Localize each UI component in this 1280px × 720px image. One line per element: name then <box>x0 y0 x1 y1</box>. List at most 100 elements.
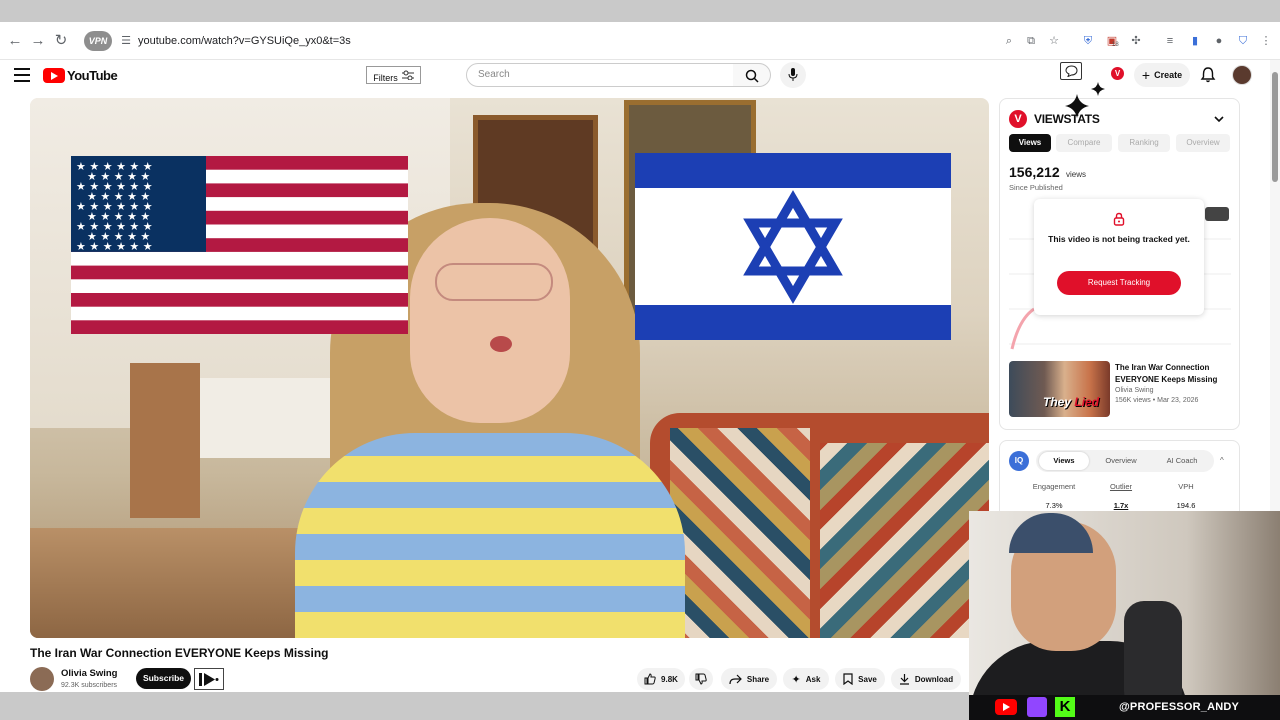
plus-icon: + <box>1141 67 1151 83</box>
engagement-label: Engagement <box>1032 482 1076 491</box>
video-chair <box>130 363 200 518</box>
scrollbar-thumb[interactable] <box>1272 72 1278 182</box>
thumbnail-caption: They Lied <box>1043 395 1099 409</box>
microphone-icon <box>788 68 798 81</box>
back-icon[interactable]: ← <box>6 32 24 50</box>
extension-shield-icon[interactable]: ⛨ <box>1080 33 1096 49</box>
thumbs-up-icon <box>644 673 656 685</box>
share-button[interactable]: Share <box>721 668 777 690</box>
download-icon <box>899 674 909 685</box>
os-top-strip <box>0 0 1280 22</box>
vpn-badge[interactable]: VPN <box>84 31 112 51</box>
related-video-title[interactable]: The Iran War Connection EVERYONE Keeps M… <box>1115 362 1233 386</box>
notifications-bell-icon[interactable] <box>1199 66 1217 84</box>
account-avatar[interactable] <box>1232 65 1252 85</box>
request-tracking-button[interactable]: Request Tracking <box>1057 271 1181 295</box>
channel-avatar[interactable] <box>30 667 54 691</box>
sparkle-cursor-icon <box>1065 82 1105 118</box>
video-quilt <box>670 428 810 638</box>
youtube-play-icon <box>43 67 65 83</box>
video-presenter-mouth <box>490 336 512 352</box>
vph-label: VPH <box>1178 482 1194 491</box>
webcam-overlay: K @PROFESSOR_ANDY <box>969 511 1280 720</box>
youtube-logo[interactable]: YouTube <box>43 67 118 83</box>
search-button[interactable] <box>733 63 771 87</box>
thumbs-down-icon <box>695 673 707 685</box>
viewstats-tab-ranking[interactable]: Ranking <box>1118 134 1170 152</box>
video-presenter-face <box>410 218 570 423</box>
download-label: Download <box>914 674 954 684</box>
create-button[interactable]: + Create <box>1134 63 1190 87</box>
search-input[interactable]: Search <box>466 63 734 87</box>
not-tracked-overlay: This video is not being tracked yet. Req… <box>1034 199 1204 315</box>
side-panel-icon[interactable]: ▮ <box>1187 33 1203 49</box>
streamer-social-strip: K @PROFESSOR_ANDY <box>969 695 1280 720</box>
extension-button[interactable] <box>194 668 224 690</box>
address-bar-url[interactable]: youtube.com/watch?v=GYSUiQe_yx0&t=3s <box>138 35 351 47</box>
not-tracked-message: This video is not being tracked yet. <box>1048 234 1190 244</box>
iq-panel: IQ Views Overview AI Coach ^ Engagement … <box>999 440 1240 520</box>
collapse-caret-icon[interactable]: ^ <box>1220 456 1224 465</box>
vph-value: 194.6 <box>1176 501 1196 510</box>
site-settings-icon[interactable]: ☰ <box>119 34 133 48</box>
bookmark-icon <box>843 673 853 685</box>
viewstats-tab-views[interactable]: Views <box>1009 134 1051 152</box>
install-app-icon[interactable]: ⧉ <box>1023 33 1039 49</box>
iq-tab-views[interactable]: Views <box>1039 452 1089 470</box>
reading-list-icon[interactable]: ≡ <box>1162 33 1178 49</box>
voice-search-button[interactable] <box>780 62 806 88</box>
sparkle-icon: ✦ <box>791 673 801 686</box>
save-label: Save <box>858 674 877 684</box>
video-presenter-sweater <box>295 433 685 638</box>
video-player[interactable]: ★ ★ ★ ★ ★ ★ ★ ★ ★ ★ ★ ★ ★ ★ ★ ★ ★ ★ ★ ★ ★ … <box>30 98 989 638</box>
reload-icon[interactable]: ↻ <box>52 32 70 50</box>
video-title: The Iran War Connection EVERYONE Keeps M… <box>30 646 329 660</box>
youtube-icon <box>995 699 1017 715</box>
save-button[interactable]: Save <box>835 668 885 690</box>
download-button[interactable]: Download <box>891 668 961 690</box>
related-video-thumbnail[interactable]: They Lied <box>1009 361 1110 417</box>
youtube-logo-text: YouTube <box>67 67 118 83</box>
engagement-value: 7.3% <box>1045 501 1063 510</box>
chevron-down-icon[interactable] <box>1214 114 1224 124</box>
streamer-handle: @PROFESSOR_ANDY <box>1119 701 1240 713</box>
viewstats-tab-overview[interactable]: Overview <box>1176 134 1230 152</box>
svg-text:★ ★ ★ ★ ★ ★: ★ ★ ★ ★ ★ ★ <box>76 240 153 253</box>
us-flag-image: ★ ★ ★ ★ ★ ★★ ★ ★ ★ ★ ★ ★ ★ ★ ★ ★★ ★ ★ ★ … <box>71 156 408 334</box>
create-label: Create <box>1154 70 1183 80</box>
bookmark-star-icon[interactable]: ☆ <box>1046 33 1062 49</box>
vpn-shield-icon[interactable]: ⛉ <box>1235 33 1251 49</box>
share-label: Share <box>746 674 770 684</box>
chat-bubble-icon[interactable] <box>1060 62 1082 80</box>
iq-tab-ai-coach[interactable]: AI Coach <box>1154 452 1210 470</box>
views-unit: views <box>1066 170 1087 179</box>
video-quilt <box>820 443 989 638</box>
channel-name[interactable]: Olivia Swing <box>61 668 118 679</box>
views-count: 156,212 <box>1009 164 1060 180</box>
forward-icon[interactable]: → <box>29 32 47 50</box>
iq-tab-group: Views Overview AI Coach <box>1036 450 1214 472</box>
thumbnail-caption-word: They <box>1043 395 1072 409</box>
extensions-puzzle-icon[interactable]: ✣ <box>1128 33 1144 49</box>
profile-icon[interactable]: ● <box>1211 33 1227 49</box>
outlier-value[interactable]: 1.7x <box>1086 501 1156 510</box>
video-presenter-glasses <box>435 263 553 301</box>
israel-flag-image <box>635 153 951 340</box>
filters-button[interactable]: Filters <box>366 66 421 84</box>
iq-tab-overview[interactable]: Overview <box>1096 452 1146 470</box>
lock-icon <box>1113 212 1125 226</box>
since-published-label: Since Published <box>1009 183 1063 192</box>
viewstats-icon[interactable]: V <box>1111 67 1124 80</box>
dislike-button[interactable] <box>689 668 713 690</box>
hamburger-menu-icon[interactable] <box>14 68 30 82</box>
ask-label: Ask <box>805 674 821 684</box>
like-button[interactable]: 9.8K <box>637 668 685 690</box>
viewstats-tab-compare[interactable]: Compare <box>1056 134 1112 152</box>
ask-button[interactable]: ✦ Ask <box>783 668 829 690</box>
zoom-icon[interactable]: ⌕ <box>1001 33 1017 49</box>
browser-toolbar: ← → ↻ VPN ☰ youtube.com/watch?v=GYSUiQe_… <box>0 22 1280 60</box>
subscribe-button[interactable]: Subscribe <box>136 668 191 689</box>
browser-menu-icon[interactable]: ⋮ <box>1258 33 1274 49</box>
search-icon <box>745 69 759 83</box>
outlier-label[interactable]: Outlier <box>1086 482 1156 491</box>
